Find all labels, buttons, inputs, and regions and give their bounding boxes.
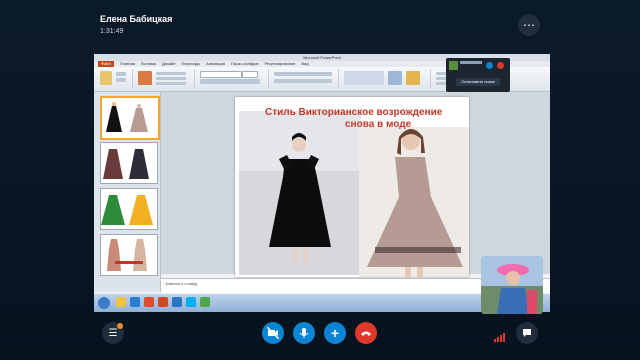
font-group [196,69,269,88]
copy-icon[interactable] [116,78,126,82]
slide-thumbnail-1[interactable]: 1 [100,96,160,140]
slide-editor[interactable]: Стиль Викторианское возрождение снова в … [161,92,550,277]
opera-icon[interactable] [144,297,154,307]
signal-strength-icon[interactable] [494,329,506,347]
caller-name: Елена Бабицкая [100,14,173,24]
slide-thumbnail-2[interactable]: 2 [100,142,158,184]
more-icon: ⋯ [523,18,535,32]
paragraph-group [270,69,339,88]
slide-thumbnail-4[interactable]: 4 [100,234,158,276]
chrome-icon[interactable] [200,297,210,307]
stop-sharing-button[interactable]: Остановить показ [456,78,500,86]
self-view-video[interactable] [481,256,543,314]
chat-list-button[interactable]: ☰ [102,322,124,344]
more-options-button[interactable]: ⋯ [518,14,540,36]
font-format-icons[interactable] [200,79,260,84]
list-icons[interactable] [274,72,332,76]
powerpoint-icon[interactable] [158,297,168,307]
mini-call-window: Остановить показ [446,58,510,92]
align-icons[interactable] [274,79,332,83]
current-slide[interactable]: Стиль Викторианское возрождение снова в … [235,97,469,277]
skype-icon[interactable] [186,297,196,307]
mini-avatar [449,61,458,70]
mute-button[interactable] [293,322,315,344]
list-icon: ☰ [108,327,118,339]
drawing-group [340,69,431,88]
add-participant-button[interactable]: + [324,322,346,344]
plus-icon: + [330,325,340,341]
notification-dot [117,323,123,329]
slide-title[interactable]: Стиль Викторианское возрождение снова в … [265,107,465,131]
chat-bubble-icon [523,329,531,337]
arrange-icon[interactable] [388,71,402,85]
cut-icon[interactable] [116,72,126,76]
explorer-icon[interactable] [116,297,126,307]
slide-thumbnails-pane: 1 2 3 4 [94,92,161,292]
reset-icon[interactable] [156,77,186,80]
mini-mic-icon[interactable] [486,62,493,69]
hang-up-icon [361,331,371,336]
mini-end-call-icon[interactable] [497,62,504,69]
slide-title-line-2: снова в моде [345,119,412,130]
start-icon[interactable] [98,297,110,309]
word-icon[interactable] [172,297,182,307]
quick-styles-icon[interactable] [406,71,420,85]
microphone-icon [299,328,309,338]
thumb-dresses-picture [103,149,149,179]
new-slide-icon[interactable] [138,71,152,85]
layout-icon[interactable] [156,72,186,75]
slide-thumbnail-3[interactable]: 3 [100,188,158,230]
mini-call-label-bar [460,61,482,64]
thumb-dresses-picture [107,239,147,271]
font-size-select[interactable] [242,71,258,78]
slides-group [134,69,195,88]
clipboard-group [96,69,133,88]
paste-icon[interactable] [100,71,112,85]
video-off-icon [267,327,279,339]
call-timer: 1:31:49 [100,28,124,35]
chat-button[interactable] [516,322,538,344]
font-name-select[interactable] [200,71,242,78]
shapes-gallery[interactable] [344,71,384,85]
self-view-picture [481,256,543,314]
thumb-dresses-picture [101,195,153,225]
end-call-button[interactable] [355,322,377,344]
ie-icon[interactable] [130,297,140,307]
thumb-dresses-picture [106,102,148,132]
slide-title-line-1: Стиль Викторианское возрождение [265,107,443,118]
video-toggle-button[interactable] [262,322,284,344]
section-icon[interactable] [156,82,186,85]
